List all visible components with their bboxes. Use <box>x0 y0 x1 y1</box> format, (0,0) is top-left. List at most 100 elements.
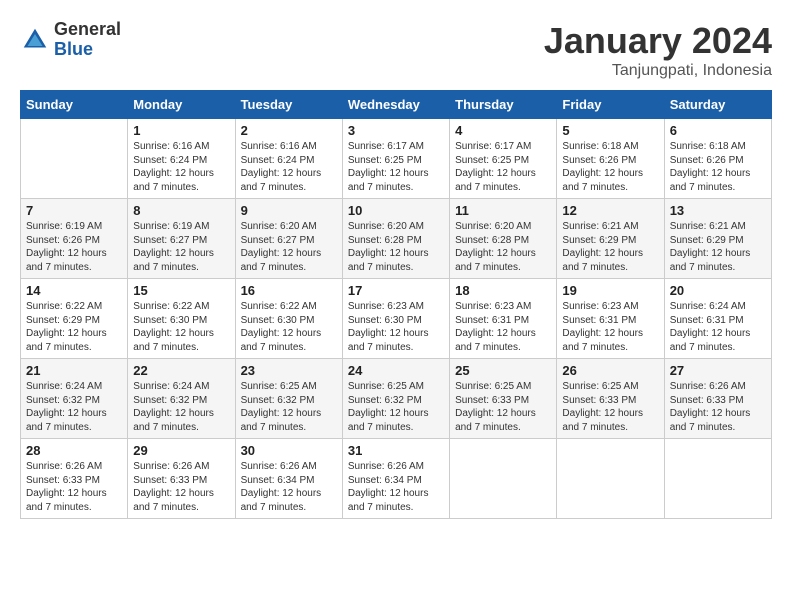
calendar-week-1: 1 Sunrise: 6:16 AM Sunset: 6:24 PM Daylig… <box>21 119 772 199</box>
calendar-cell: 1 Sunrise: 6:16 AM Sunset: 6:24 PM Daylig… <box>128 119 235 199</box>
cell-info: Sunrise: 6:17 AM Sunset: 6:25 PM Dayligh… <box>348 140 444 194</box>
cell-info: Sunrise: 6:25 AM Sunset: 6:32 PM Dayligh… <box>241 380 337 434</box>
calendar-cell <box>450 439 557 519</box>
calendar-cell: 30Sunrise: 6:26 AM Sunset: 6:34 PM Dayli… <box>235 439 342 519</box>
calendar-cell: 10 Sunrise: 6:20 AM Sunset: 6:28 PM Dayli… <box>342 199 449 279</box>
day-number: 31 <box>348 443 444 458</box>
header-day-sunday: Sunday <box>21 91 128 119</box>
cell-info: Sunrise: 6:24 AM Sunset: 6:32 PM Dayligh… <box>26 380 122 434</box>
day-number: 21 <box>26 363 122 378</box>
day-number: 6 <box>670 123 766 138</box>
header-row: SundayMondayTuesdayWednesdayThursdayFrid… <box>21 91 772 119</box>
calendar-cell: 16 Sunrise: 6:22 AM Sunset: 6:30 PM Dayli… <box>235 279 342 359</box>
day-number: 25 <box>455 363 551 378</box>
cell-info: Sunrise: 6:26 AM Sunset: 6:33 PM Dayligh… <box>26 460 122 514</box>
day-number: 22 <box>133 363 229 378</box>
calendar-week-2: 7Sunrise: 6:19 AM Sunset: 6:26 PM Daylig… <box>21 199 772 279</box>
cell-info: Sunrise: 6:22 AM Sunset: 6:30 PM Dayligh… <box>241 300 337 354</box>
cell-info: Sunrise: 6:16 AM Sunset: 6:24 PM Dayligh… <box>133 140 229 194</box>
day-number: 15 <box>133 283 229 298</box>
cell-info: Sunrise: 6:19 AM Sunset: 6:27 PM Dayligh… <box>133 220 229 274</box>
day-number: 5 <box>562 123 658 138</box>
calendar-cell: 9 Sunrise: 6:20 AM Sunset: 6:27 PM Daylig… <box>235 199 342 279</box>
logo-blue: Blue <box>54 40 121 60</box>
day-number: 1 <box>133 123 229 138</box>
cell-info: Sunrise: 6:23 AM Sunset: 6:31 PM Dayligh… <box>562 300 658 354</box>
calendar-cell: 6Sunrise: 6:18 AM Sunset: 6:26 PM Daylig… <box>664 119 771 199</box>
cell-info: Sunrise: 6:26 AM Sunset: 6:34 PM Dayligh… <box>348 460 444 514</box>
calendar-cell: 19 Sunrise: 6:23 AM Sunset: 6:31 PM Dayli… <box>557 279 664 359</box>
calendar-cell <box>557 439 664 519</box>
cell-info: Sunrise: 6:20 AM Sunset: 6:28 PM Dayligh… <box>348 220 444 274</box>
calendar-table: SundayMondayTuesdayWednesdayThursdayFrid… <box>20 90 772 519</box>
calendar-cell: 29Sunrise: 6:26 AM Sunset: 6:33 PM Dayli… <box>128 439 235 519</box>
header-day-thursday: Thursday <box>450 91 557 119</box>
calendar-cell: 5 Sunrise: 6:18 AM Sunset: 6:26 PM Daylig… <box>557 119 664 199</box>
cell-info: Sunrise: 6:22 AM Sunset: 6:30 PM Dayligh… <box>133 300 229 354</box>
day-number: 14 <box>26 283 122 298</box>
cell-info: Sunrise: 6:22 AM Sunset: 6:29 PM Dayligh… <box>26 300 122 354</box>
header-day-tuesday: Tuesday <box>235 91 342 119</box>
cell-info: Sunrise: 6:25 AM Sunset: 6:32 PM Dayligh… <box>348 380 444 434</box>
calendar-cell: 23 Sunrise: 6:25 AM Sunset: 6:32 PM Dayli… <box>235 359 342 439</box>
header-day-friday: Friday <box>557 91 664 119</box>
cell-info: Sunrise: 6:20 AM Sunset: 6:27 PM Dayligh… <box>241 220 337 274</box>
calendar-cell: 12Sunrise: 6:21 AM Sunset: 6:29 PM Dayli… <box>557 199 664 279</box>
day-number: 27 <box>670 363 766 378</box>
calendar-header: SundayMondayTuesdayWednesdayThursdayFrid… <box>21 91 772 119</box>
logo: General Blue <box>20 20 121 60</box>
day-number: 24 <box>348 363 444 378</box>
calendar-cell: 17Sunrise: 6:23 AM Sunset: 6:30 PM Dayli… <box>342 279 449 359</box>
month-title: January 2024 <box>544 20 772 62</box>
cell-info: Sunrise: 6:23 AM Sunset: 6:30 PM Dayligh… <box>348 300 444 354</box>
day-number: 23 <box>241 363 337 378</box>
calendar-week-5: 28Sunrise: 6:26 AM Sunset: 6:33 PM Dayli… <box>21 439 772 519</box>
day-number: 11 <box>455 203 551 218</box>
calendar-cell: 26 Sunrise: 6:25 AM Sunset: 6:33 PM Dayli… <box>557 359 664 439</box>
logo-text: General Blue <box>54 20 121 60</box>
day-number: 8 <box>133 203 229 218</box>
day-number: 9 <box>241 203 337 218</box>
calendar-week-4: 21 Sunrise: 6:24 AM Sunset: 6:32 PM Dayli… <box>21 359 772 439</box>
logo-icon <box>20 25 50 55</box>
day-number: 10 <box>348 203 444 218</box>
calendar-cell: 4 Sunrise: 6:17 AM Sunset: 6:25 PM Daylig… <box>450 119 557 199</box>
cell-info: Sunrise: 6:19 AM Sunset: 6:26 PM Dayligh… <box>26 220 122 274</box>
calendar-cell: 24 Sunrise: 6:25 AM Sunset: 6:32 PM Dayli… <box>342 359 449 439</box>
calendar-cell: 28Sunrise: 6:26 AM Sunset: 6:33 PM Dayli… <box>21 439 128 519</box>
cell-info: Sunrise: 6:26 AM Sunset: 6:33 PM Dayligh… <box>670 380 766 434</box>
title-block: January 2024 Tanjungpati, Indonesia <box>544 20 772 80</box>
day-number: 30 <box>241 443 337 458</box>
calendar-cell <box>664 439 771 519</box>
calendar-cell: 31 Sunrise: 6:26 AM Sunset: 6:34 PM Dayli… <box>342 439 449 519</box>
calendar-cell: 14 Sunrise: 6:22 AM Sunset: 6:29 PM Dayli… <box>21 279 128 359</box>
cell-info: Sunrise: 6:24 AM Sunset: 6:32 PM Dayligh… <box>133 380 229 434</box>
cell-info: Sunrise: 6:21 AM Sunset: 6:29 PM Dayligh… <box>670 220 766 274</box>
cell-info: Sunrise: 6:17 AM Sunset: 6:25 PM Dayligh… <box>455 140 551 194</box>
calendar-cell: 7Sunrise: 6:19 AM Sunset: 6:26 PM Daylig… <box>21 199 128 279</box>
day-number: 13 <box>670 203 766 218</box>
header-day-wednesday: Wednesday <box>342 91 449 119</box>
cell-info: Sunrise: 6:20 AM Sunset: 6:28 PM Dayligh… <box>455 220 551 274</box>
cell-info: Sunrise: 6:18 AM Sunset: 6:26 PM Dayligh… <box>562 140 658 194</box>
cell-info: Sunrise: 6:26 AM Sunset: 6:33 PM Dayligh… <box>133 460 229 514</box>
cell-info: Sunrise: 6:25 AM Sunset: 6:33 PM Dayligh… <box>562 380 658 434</box>
calendar-cell: 18Sunrise: 6:23 AM Sunset: 6:31 PM Dayli… <box>450 279 557 359</box>
header-day-saturday: Saturday <box>664 91 771 119</box>
day-number: 16 <box>241 283 337 298</box>
day-number: 4 <box>455 123 551 138</box>
day-number: 26 <box>562 363 658 378</box>
location: Tanjungpati, Indonesia <box>544 62 772 80</box>
calendar-cell: 25Sunrise: 6:25 AM Sunset: 6:33 PM Dayli… <box>450 359 557 439</box>
calendar-cell: 8 Sunrise: 6:19 AM Sunset: 6:27 PM Daylig… <box>128 199 235 279</box>
calendar-cell: 15 Sunrise: 6:22 AM Sunset: 6:30 PM Dayli… <box>128 279 235 359</box>
page-header: General Blue January 2024 Tanjungpati, I… <box>20 20 772 80</box>
calendar-cell <box>21 119 128 199</box>
header-day-monday: Monday <box>128 91 235 119</box>
day-number: 12 <box>562 203 658 218</box>
calendar-cell: 3Sunrise: 6:17 AM Sunset: 6:25 PM Daylig… <box>342 119 449 199</box>
day-number: 19 <box>562 283 658 298</box>
calendar-cell: 21 Sunrise: 6:24 AM Sunset: 6:32 PM Dayli… <box>21 359 128 439</box>
cell-info: Sunrise: 6:16 AM Sunset: 6:24 PM Dayligh… <box>241 140 337 194</box>
calendar-cell: 13 Sunrise: 6:21 AM Sunset: 6:29 PM Dayli… <box>664 199 771 279</box>
